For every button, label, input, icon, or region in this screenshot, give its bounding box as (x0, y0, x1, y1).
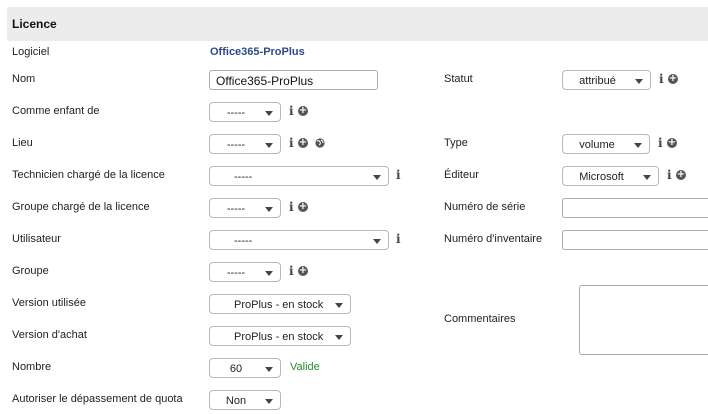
groupe-charge-label: Groupe chargé de la licence (12, 201, 150, 213)
version-achat-value: ProPlus - en stock (234, 331, 324, 343)
inventaire-input[interactable] (562, 230, 708, 250)
chevron-down-icon (373, 175, 381, 180)
nom-input-value: Office365-ProPlus (216, 74, 314, 88)
statut-select[interactable]: attribué (562, 70, 651, 90)
type-label: Type (444, 137, 468, 149)
chevron-down-icon (634, 143, 642, 148)
section-title: Licence (12, 17, 57, 31)
statut-label: Statut (444, 73, 473, 85)
version-utilisee-value: ProPlus - en stock (234, 299, 324, 311)
type-value: volume (579, 139, 615, 151)
utilisateur-label: Utilisateur (12, 233, 61, 245)
nom-input[interactable]: Office365-ProPlus (209, 70, 378, 90)
version-achat-select[interactable]: ProPlus - en stock (209, 326, 351, 346)
type-select[interactable]: volume (562, 134, 650, 154)
info-icon[interactable]: i (659, 73, 664, 85)
chevron-down-icon (335, 303, 343, 308)
quota-select[interactable]: Non (209, 390, 281, 410)
chevron-down-icon (635, 79, 643, 84)
chevron-down-icon (265, 399, 273, 404)
logiciel-link[interactable]: Office365-ProPlus (210, 46, 305, 58)
info-icon[interactable]: i (396, 169, 401, 181)
version-achat-label: Version d'achat (12, 329, 87, 341)
chevron-down-icon (265, 207, 273, 212)
nombre-select[interactable]: 60 (209, 358, 281, 378)
info-icon[interactable]: i (667, 169, 672, 181)
info-icon[interactable]: i (289, 137, 294, 149)
inventaire-label: Numéro d'inventaire (444, 233, 543, 245)
technicien-value: ----- (234, 171, 253, 183)
serie-input[interactable] (562, 198, 708, 218)
chevron-down-icon (265, 111, 273, 116)
lieu-value: ----- (226, 139, 246, 151)
commentaires-textarea[interactable] (579, 285, 708, 355)
info-icon[interactable]: i (289, 201, 294, 213)
comme-enfant-value: ----- (226, 107, 246, 119)
plus-circle-icon[interactable]: + (668, 74, 678, 84)
chevron-down-icon (373, 239, 381, 244)
comme-enfant-label: Comme enfant de (12, 105, 100, 117)
chevron-down-icon (643, 175, 651, 180)
info-icon[interactable]: i (658, 137, 663, 149)
technicien-label: Technicien chargé de la licence (12, 169, 165, 181)
nombre-status: Valide (290, 361, 320, 373)
lieu-label: Lieu (12, 137, 33, 149)
version-utilisee-label: Version utilisée (12, 297, 86, 309)
plus-circle-icon[interactable]: + (298, 138, 308, 148)
serie-label: Numéro de série (444, 201, 526, 213)
info-icon[interactable]: i (289, 265, 294, 277)
quota-value: Non (225, 395, 247, 407)
editeur-label: Éditeur (444, 169, 479, 181)
info-icon[interactable]: i (396, 233, 401, 245)
groupe-value: ----- (226, 267, 246, 279)
lieu-select[interactable]: ----- (209, 134, 281, 154)
comme-enfant-select[interactable]: ----- (209, 102, 281, 122)
version-utilisee-select[interactable]: ProPlus - en stock (209, 294, 351, 314)
nombre-label: Nombre (12, 361, 52, 373)
chevron-down-icon (265, 271, 273, 276)
plus-circle-icon[interactable]: + (676, 170, 686, 180)
technicien-select[interactable]: ----- (209, 166, 389, 186)
section-header: Licence (7, 7, 708, 41)
plus-circle-icon[interactable]: + (298, 266, 308, 276)
globe-icon[interactable] (315, 138, 325, 148)
info-icon[interactable]: i (289, 105, 294, 117)
groupe-charge-value: ----- (226, 203, 246, 215)
utilisateur-select[interactable]: ----- (209, 230, 389, 250)
commentaires-label: Commentaires (444, 313, 516, 325)
nom-label: Nom (12, 73, 36, 85)
utilisateur-value: ----- (234, 235, 253, 247)
chevron-down-icon (265, 367, 273, 372)
plus-circle-icon[interactable]: + (298, 202, 308, 212)
groupe-select[interactable]: ----- (209, 262, 281, 282)
editeur-value: Microsoft (579, 171, 624, 183)
chevron-down-icon (335, 335, 343, 340)
groupe-charge-select[interactable]: ----- (209, 198, 281, 218)
quota-label: Autoriser le dépassement de quota (12, 393, 183, 405)
logiciel-label: Logiciel (12, 46, 50, 58)
groupe-label: Groupe (12, 265, 49, 277)
statut-value: attribué (579, 75, 616, 87)
chevron-down-icon (265, 143, 273, 148)
nombre-value: 60 (229, 363, 243, 375)
plus-circle-icon[interactable]: + (298, 106, 308, 116)
plus-circle-icon[interactable]: + (667, 138, 677, 148)
editeur-select[interactable]: Microsoft (562, 166, 659, 186)
